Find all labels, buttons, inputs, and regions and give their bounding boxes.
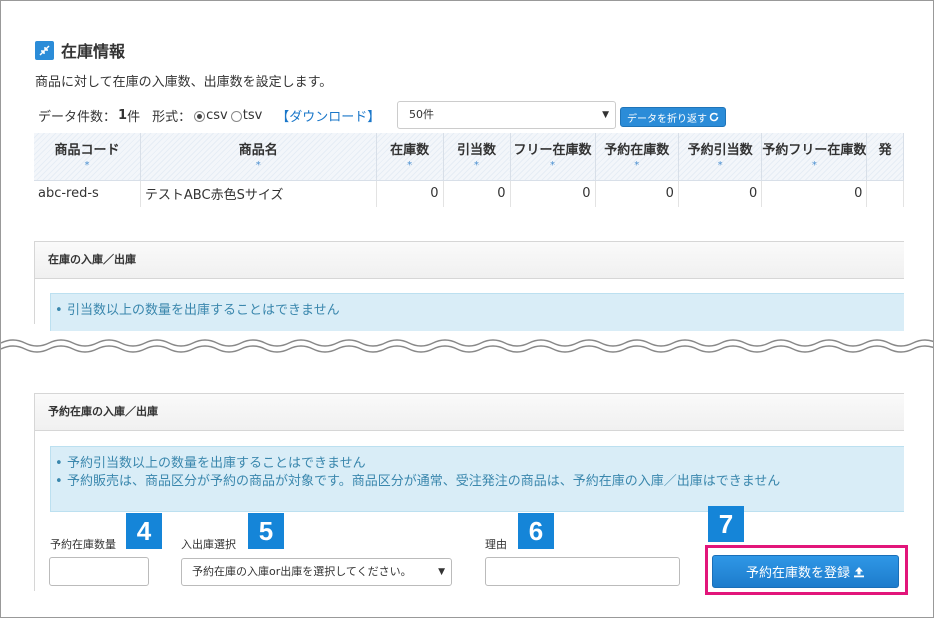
stock-io-panel-header: 在庫の入庫／出庫	[34, 241, 904, 279]
cell-reserve-allocated: 0	[678, 180, 763, 207]
format-tsv-label[interactable]: tsv	[243, 108, 263, 123]
stock-io-notes: 引当数以上の数量を出庫することはできません	[50, 293, 904, 333]
callout-badge-7: 7	[708, 506, 744, 542]
col-header-stock[interactable]: 在庫数 *	[376, 133, 444, 181]
col-header-product-code[interactable]: 商品コード *	[34, 133, 141, 181]
col-header-product-name[interactable]: 商品名 *	[140, 133, 377, 181]
download-link[interactable]: 【ダウンロード】	[276, 106, 380, 125]
table-controls: データ件数： 1 件 形式： csv tsv 【ダウンロード】	[38, 106, 380, 125]
reserve-note-item: 予約引当数以上の数量を出庫することはできません	[51, 455, 904, 473]
reserve-quantity-input[interactable]	[49, 557, 149, 586]
chevron-down-icon: ▼	[602, 110, 609, 120]
col-header-shipping[interactable]: 発	[866, 133, 904, 181]
count-value: 1	[118, 107, 128, 123]
cell-free-stock: 0	[510, 180, 596, 207]
reason-label: 理由	[485, 538, 507, 551]
col-header-reserve-stock[interactable]: 予約在庫数 *	[595, 133, 679, 181]
table-row[interactable]: abc-red-s テストABC赤色Sサイズ 0 0 0 0 0 0	[34, 180, 904, 207]
reason-input[interactable]	[485, 557, 680, 586]
cell-shipping	[866, 180, 904, 207]
reserve-note-item: 予約販売は、商品区分が予約の商品が対象です。商品区分が通常、受注発注の商品は、予…	[51, 473, 904, 491]
count-unit: 件	[127, 109, 141, 125]
format-csv-label[interactable]: csv	[206, 108, 228, 123]
io-type-select-value: 予約在庫の入庫or出庫を選択してください。	[192, 565, 412, 578]
io-select-label: 入出庫選択	[181, 538, 236, 551]
col-header-reserve-free[interactable]: 予約フリー在庫数 *	[761, 133, 868, 181]
count-label: データ件数：	[38, 109, 117, 125]
chevron-down-icon: ▼	[438, 567, 445, 577]
reserve-io-notes: 予約引当数以上の数量を出庫することはできません 予約販売は、商品区分が予約の商品…	[50, 446, 904, 512]
cell-stock: 0	[376, 180, 444, 207]
compress-arrows-icon	[35, 40, 54, 60]
reserve-quantity-label: 予約在庫数量	[50, 538, 116, 551]
callout-badge-5: 5	[248, 513, 284, 549]
wrap-data-label: データを折り返す	[627, 113, 707, 125]
format-label: 形式：	[152, 109, 192, 125]
page-title-text: 在庫情報	[61, 42, 126, 61]
cell-product-code: abc-red-s	[34, 180, 141, 207]
stock-table: 商品コード * 商品名 * 在庫数 * 引当数 * フリー在庫数 * 予約在庫数 * 予約引…	[34, 133, 904, 207]
register-button-label: 予約在庫数を登録	[745, 566, 850, 581]
callout-badge-6: 6	[518, 513, 554, 549]
stock-note-item: 引当数以上の数量を出庫することはできません	[51, 302, 904, 320]
reserve-io-panel-header: 予約在庫の入庫／出庫	[34, 393, 904, 431]
per-page-select[interactable]: 50件 ▼	[397, 101, 616, 129]
callout-badge-4: 4	[126, 513, 162, 549]
col-header-reserve-allocated[interactable]: 予約引当数 *	[678, 133, 763, 181]
table-header-row: 商品コード * 商品名 * 在庫数 * 引当数 * フリー在庫数 * 予約在庫数 * 予約引…	[34, 133, 904, 181]
page-title: 在庫情報	[35, 38, 125, 62]
cell-product-name: テストABC赤色Sサイズ	[140, 180, 377, 207]
wavy-divider	[1, 331, 933, 361]
refresh-icon	[709, 112, 719, 122]
screen-frame: 在庫情報 商品に対して在庫の入庫数、出庫数を設定します。 データ件数： 1 件 …	[0, 0, 934, 618]
cell-reserve-free: 0	[761, 180, 868, 207]
format-tsv-radio[interactable]	[230, 110, 242, 122]
col-header-free-stock[interactable]: フリー在庫数 *	[510, 133, 596, 181]
upload-icon	[854, 566, 864, 577]
register-reserve-stock-button[interactable]: 予約在庫数を登録	[712, 555, 899, 588]
io-type-select[interactable]: 予約在庫の入庫or出庫を選択してください。 ▼	[181, 558, 452, 586]
page-description: 商品に対して在庫の入庫数、出庫数を設定します。	[35, 75, 333, 90]
cell-reserve-stock: 0	[595, 180, 679, 207]
cell-allocated: 0	[443, 180, 511, 207]
format-csv-radio[interactable]	[194, 110, 206, 122]
per-page-value: 50件	[409, 108, 434, 121]
wrap-data-button[interactable]: データを折り返す	[620, 107, 726, 127]
col-header-allocated[interactable]: 引当数 *	[443, 133, 511, 181]
